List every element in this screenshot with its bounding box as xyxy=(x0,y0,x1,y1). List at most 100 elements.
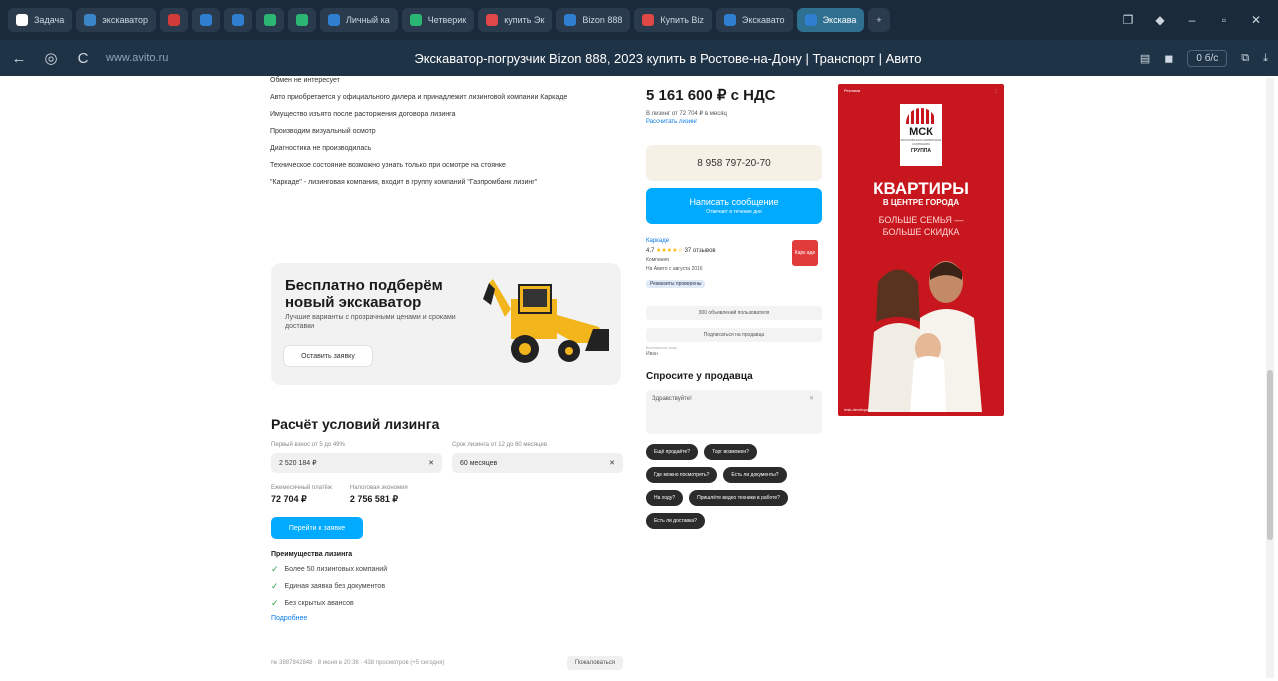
term-value: 60 месяцев xyxy=(460,459,498,467)
browser-tab[interactable] xyxy=(256,8,284,32)
shield-icon[interactable]: ◎ xyxy=(42,49,60,67)
browser-tab[interactable] xyxy=(288,8,316,32)
clear-icon[interactable]: ✕ xyxy=(428,459,434,467)
download-icon[interactable]: ⤓ xyxy=(1263,52,1268,65)
tab-favicon-icon xyxy=(723,14,736,26)
scrollbar-thumb[interactable] xyxy=(1267,370,1273,540)
tab-label: Задача xyxy=(34,15,65,25)
description-line: Обмен не интересует xyxy=(270,77,340,84)
leasing-calculator: Расчёт условий лизинга Первый взнос от 5… xyxy=(271,416,623,622)
ad-tagline-1: БОЛЬШЕ СЕМЬЯ — xyxy=(878,215,964,225)
browser-tab-bar: Задача экскаватор Личный ка Четверик купить … xyxy=(0,0,1278,40)
leasing-apply-button[interactable]: Перейти к заявке xyxy=(271,517,363,539)
monthly-value: 72 704 ₽ xyxy=(271,494,307,504)
ad-site[interactable]: msk-development.ru xyxy=(844,407,880,412)
overpay-label: Налоговая экономия xyxy=(349,485,408,491)
url-domain[interactable]: www.avito.ru xyxy=(106,52,196,64)
term-input[interactable]: 60 месяцев ✕ xyxy=(452,453,623,473)
quick-question-chip[interactable]: Пришлёте видео техники в работе? xyxy=(689,490,788,506)
collections-icon[interactable]: ❐ xyxy=(1114,8,1142,32)
browser-tab[interactable] xyxy=(160,8,188,32)
browser-tab[interactable]: экскаватор xyxy=(76,8,156,32)
maximize-icon[interactable]: ▫ xyxy=(1210,8,1238,32)
seller-logo[interactable]: Карк аде xyxy=(792,240,818,266)
advantage-item: ✓ Более 50 лизинговых компаний xyxy=(271,564,623,575)
browser-tab[interactable]: Купить Biz xyxy=(634,8,712,32)
ad-logo-line: МОСКОВСКАЯ СЕРВИСНАЯ КОМПАНИЯ xyxy=(900,138,942,146)
leasing-advantages: Преимущества лизинга ✓ Более 50 лизинговы… xyxy=(271,551,623,622)
advantage-text: Без скрытых авансов xyxy=(284,600,354,607)
ad-banner[interactable]: Реклама ⋮ МСК МОСКОВСКАЯ СЕРВИСНАЯ КОМПА… xyxy=(838,84,1004,416)
reload-icon[interactable]: C xyxy=(74,50,92,67)
monthly-label: Ежемесячный платёж xyxy=(271,485,332,491)
browser-tab[interactable]: Личный ка xyxy=(320,8,398,32)
browser-tab[interactable] xyxy=(224,8,252,32)
advantages-title: Преимущества лизинга xyxy=(271,551,353,558)
advantage-text: Единая заявка без документов xyxy=(284,583,386,590)
check-icon: ✓ xyxy=(271,564,279,574)
traffic-indicator[interactable]: 0 б/с xyxy=(1187,49,1228,67)
description-line: Диагностика не производилась xyxy=(270,145,372,152)
copy-icon[interactable]: ⧉ xyxy=(1241,52,1249,65)
bookmark-icon[interactable]: ◼ xyxy=(1164,52,1173,65)
tab-favicon-icon xyxy=(84,14,97,26)
clear-icon[interactable]: ✕ xyxy=(609,459,615,467)
tab-favicon-icon xyxy=(200,14,212,26)
page-scrollbar[interactable] xyxy=(1266,78,1274,678)
tab-favicon-icon xyxy=(296,14,308,26)
browser-tab[interactable]: Задача xyxy=(8,8,73,32)
browser-tab[interactable]: купить Эк xyxy=(478,8,553,32)
promo-subtitle: Лучшие варианты с прозрачными ценами и с… xyxy=(285,314,456,330)
ad-logo-text: МСК xyxy=(909,126,933,138)
quick-question-chip[interactable]: Есть ли доставка? xyxy=(646,513,705,529)
message-button[interactable]: Написать сообщение Отвечает в течение дн… xyxy=(646,188,822,224)
reader-icon[interactable]: ▤ xyxy=(1140,52,1150,65)
promo-request-button[interactable]: Оставить заявку xyxy=(283,345,373,367)
phone-button[interactable]: 8 958 797-20-70 xyxy=(646,145,822,181)
listing-footer: № 3887842848 · 8 июня в 20:36 · 438 прос… xyxy=(271,656,623,670)
browser-tab[interactable]: Bizon 888 xyxy=(556,8,631,32)
leasing-title: Расчёт условий лизинга xyxy=(271,416,440,432)
description-line: "Каркаде" - лизинговая компания, входит … xyxy=(270,179,538,186)
ad-menu-icon[interactable]: ⋮ xyxy=(994,88,998,93)
tab-list: Задача экскаватор Личный ка Четверик купить … xyxy=(8,8,865,32)
description-text: Обмен не интересует Авто приобретается у … xyxy=(270,76,622,188)
quick-question-chip[interactable]: Ещё продаёте? xyxy=(646,444,699,460)
browser-tab[interactable]: Четверик xyxy=(401,8,475,32)
prepayment-value: 2 520 184 ₽ xyxy=(279,460,317,467)
price-leasing-link[interactable]: Рассчитать лизинг xyxy=(646,119,822,125)
ad-headline: КВАРТИРЫ В ЦЕНТРЕ ГОРОДА БОЛЬШЕ СЕМЬЯ — … xyxy=(838,180,1004,238)
seller-card: Каркаде 4,7 ★★★★☆ 37 отзывов Компания На… xyxy=(646,238,822,298)
description-line: Производим визуальный осмотр xyxy=(270,128,376,135)
prepayment-input[interactable]: 2 520 184 ₽ ✕ xyxy=(271,453,442,473)
advantage-item: ✓ Без скрытых авансов xyxy=(271,598,623,609)
ask-textarea[interactable]: Здравствуйте! ✕ xyxy=(646,390,822,434)
browser-tab[interactable] xyxy=(192,8,220,32)
report-button[interactable]: Пожаловаться xyxy=(566,656,623,670)
promo-title: Бесплатно подберём новый экскаватор xyxy=(285,277,443,311)
ad-logo: МСК МОСКОВСКАЯ СЕРВИСНАЯ КОМПАНИЯ ГРУППА xyxy=(900,104,942,166)
extension-icon[interactable]: ◆ xyxy=(1146,8,1174,32)
ad-logo-group: ГРУППА xyxy=(910,148,931,154)
logo-arch-icon xyxy=(906,108,936,124)
seller-since: На Авито с августа 2016 xyxy=(646,266,703,272)
contact-person-label: Контактное лицо xyxy=(646,345,678,350)
more-link[interactable]: Подробнее xyxy=(271,615,623,622)
page-title[interactable]: Экскаватор-погрузчик Bizon 888, 2023 куп… xyxy=(210,51,1126,66)
browser-tab[interactable]: Экскавато xyxy=(715,8,793,32)
quick-question-chip[interactable]: Торг возможен? xyxy=(704,444,757,460)
ask-title: Спросите у продавца xyxy=(646,371,753,382)
clear-icon[interactable]: ✕ xyxy=(809,395,814,402)
message-button-label: Написать сообщение xyxy=(689,197,779,207)
minimize-icon[interactable]: – xyxy=(1178,8,1206,32)
tab-favicon-icon xyxy=(264,14,276,26)
quick-question-chip[interactable]: Где можно посмотреть? xyxy=(646,467,718,483)
back-icon[interactable]: ← xyxy=(10,50,28,67)
quick-question-chip[interactable]: Есть ли документы? xyxy=(723,467,787,483)
close-icon[interactable]: ✕ xyxy=(1242,8,1270,32)
new-tab-button[interactable]: + xyxy=(868,8,890,32)
quick-question-chip[interactable]: На ходу? xyxy=(646,490,684,506)
seller-listings-button[interactable]: 300 объявлений пользователя xyxy=(646,306,822,320)
browser-tab[interactable]: Экскава xyxy=(796,8,865,32)
subscribe-seller-button[interactable]: Подписаться на продавца xyxy=(646,328,822,342)
